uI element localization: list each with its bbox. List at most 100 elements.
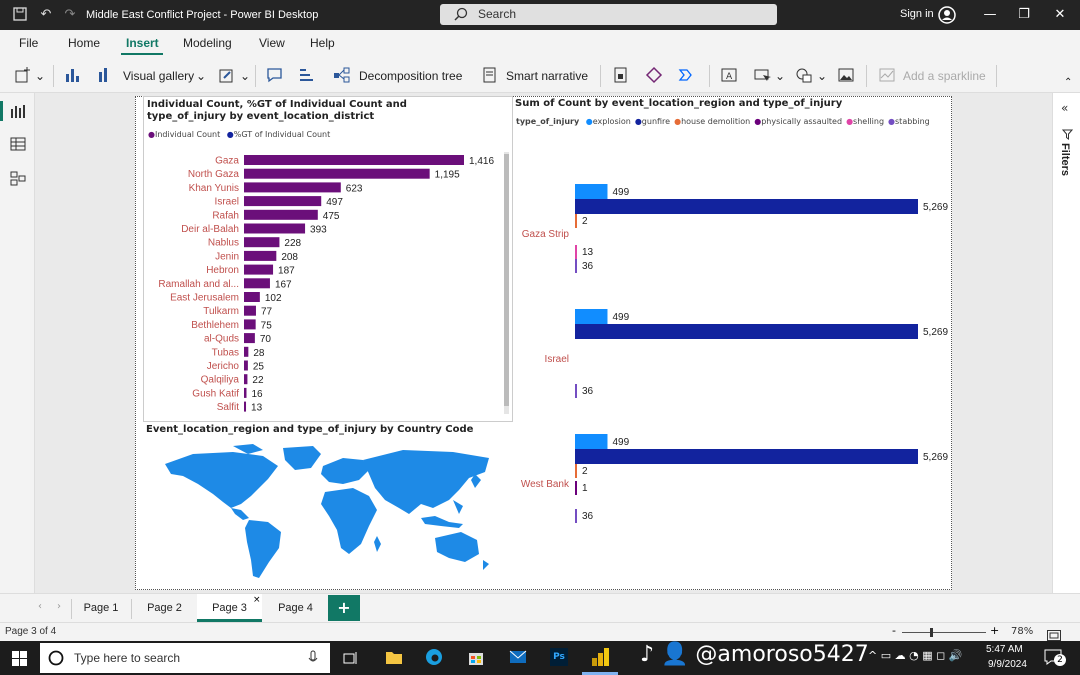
bar[interactable] (575, 184, 608, 199)
tray-icons[interactable]: ^ ▭ ☁ ◔ ▦ ◻ 🔊 (868, 649, 962, 662)
filters-pane[interactable]: « Filters (1052, 93, 1080, 623)
bar[interactable] (244, 250, 277, 261)
tab-page-2[interactable]: Page 2 (132, 594, 197, 622)
visual-gallery-icon[interactable] (97, 66, 115, 84)
power-bi-icon[interactable] (592, 647, 610, 671)
shapes-icon[interactable] (795, 66, 813, 84)
menu-insert[interactable]: Insert (126, 36, 159, 50)
bar[interactable] (244, 333, 255, 344)
menu-modeling[interactable]: Modeling (183, 36, 232, 50)
bar[interactable] (575, 434, 608, 449)
tab-page-1[interactable]: Page 1 (72, 594, 130, 622)
bar[interactable] (244, 196, 322, 207)
zoom-slider[interactable] (902, 632, 986, 633)
menu-file[interactable]: File (19, 36, 38, 50)
close-tab-icon[interactable]: × (253, 595, 261, 605)
decomposition-tree-button[interactable]: Decomposition tree (359, 69, 462, 83)
decomposition-tree-icon[interactable] (333, 66, 351, 84)
q-and-a-icon[interactable] (266, 66, 284, 84)
windows-start-icon[interactable] (12, 651, 27, 670)
bar[interactable] (575, 324, 918, 339)
restore-button[interactable]: ❐ (1014, 6, 1034, 24)
chevron-down-icon[interactable]: ⌄ (196, 69, 206, 83)
bar[interactable] (244, 168, 430, 179)
next-page-icon[interactable]: › (57, 601, 61, 612)
search-box[interactable]: Search (440, 4, 777, 25)
zoom-out-button[interactable]: - (892, 624, 896, 637)
taskbar-search-box[interactable]: Type here to search (40, 643, 330, 673)
new-visual-icon[interactable] (14, 66, 32, 84)
bar-chart-icon[interactable] (64, 66, 82, 84)
bar[interactable] (575, 464, 577, 478)
bar[interactable] (244, 401, 247, 412)
bar[interactable] (244, 223, 306, 234)
menu-help[interactable]: Help (310, 36, 335, 50)
menu-home[interactable]: Home (68, 36, 100, 50)
paginated-report-icon[interactable] (612, 66, 630, 84)
chevron-down-icon[interactable]: ⌄ (240, 69, 250, 83)
table-view-icon[interactable] (10, 136, 26, 156)
minimize-button[interactable]: — (980, 6, 1000, 24)
zoom-in-button[interactable]: + (990, 624, 999, 637)
text-box-icon[interactable]: A (720, 66, 738, 84)
microphone-icon[interactable] (308, 650, 318, 670)
bar[interactable] (244, 360, 248, 371)
bar[interactable] (575, 449, 918, 464)
prev-page-icon[interactable]: ‹ (38, 601, 42, 612)
image-icon[interactable] (837, 66, 855, 84)
undo-icon[interactable]: ↶ (38, 7, 54, 23)
menu-view[interactable]: View (259, 36, 285, 50)
bar[interactable] (575, 509, 577, 523)
collapse-ribbon-icon[interactable]: ⌃ (1064, 77, 1072, 88)
redo-icon[interactable]: ↷ (62, 7, 78, 23)
visual-gallery-button[interactable]: Visual gallery (123, 69, 194, 83)
bar[interactable] (575, 259, 577, 273)
button-icon[interactable] (753, 66, 771, 84)
bar[interactable] (244, 209, 318, 220)
scrollbar-thumb[interactable] (504, 154, 509, 406)
add-page-button[interactable]: + (328, 595, 360, 621)
task-view-icon[interactable] (343, 650, 359, 670)
bar[interactable] (244, 374, 248, 385)
model-view-icon[interactable] (10, 170, 26, 190)
close-button[interactable]: ✕ (1050, 6, 1070, 24)
store-icon[interactable] (467, 648, 485, 670)
district-bar-chart[interactable]: Individual Count, %GT of Individual Coun… (143, 96, 513, 422)
mail-icon[interactable] (509, 649, 527, 668)
bar[interactable] (575, 199, 918, 214)
chevron-down-icon[interactable]: ⌄ (35, 69, 45, 83)
bar[interactable] (244, 292, 260, 302)
chevron-down-icon[interactable]: ⌄ (817, 69, 827, 83)
scrollbar-track[interactable] (504, 152, 509, 414)
edge-browser-icon[interactable] (425, 648, 443, 670)
bar[interactable] (575, 245, 577, 259)
bar[interactable] (244, 237, 280, 248)
smart-narrative-icon[interactable] (481, 66, 499, 84)
bar[interactable] (244, 387, 247, 398)
account-icon[interactable] (938, 6, 956, 28)
bar[interactable] (575, 214, 577, 228)
bar[interactable] (244, 278, 270, 289)
collapse-pane-icon[interactable]: « (1061, 101, 1068, 115)
key-influencers-icon[interactable] (298, 66, 316, 84)
bar[interactable] (244, 305, 256, 316)
bar[interactable] (244, 346, 249, 357)
chevron-down-icon[interactable]: ⌄ (775, 69, 785, 83)
tab-page-4[interactable]: Page 4 (263, 594, 328, 622)
bar[interactable] (575, 384, 577, 398)
report-view-icon[interactable] (10, 103, 26, 123)
bar[interactable] (244, 319, 256, 330)
power-apps-icon[interactable] (645, 66, 663, 84)
photoshop-icon[interactable]: Ps (550, 648, 568, 666)
sign-in-link[interactable]: Sign in (900, 8, 934, 20)
file-explorer-icon[interactable] (385, 649, 403, 669)
region-bar-chart[interactable]: Sum of Count by event_location_region an… (513, 96, 950, 536)
smart-narrative-button[interactable]: Smart narrative (506, 69, 588, 83)
bar[interactable] (575, 309, 608, 324)
zoom-slider-thumb[interactable] (930, 628, 933, 637)
world-map[interactable]: Event_location_region and type_of_injury… (143, 422, 513, 587)
save-icon[interactable] (12, 7, 28, 23)
bar[interactable] (244, 264, 274, 275)
power-automate-icon[interactable] (678, 66, 696, 84)
bar[interactable] (575, 481, 577, 495)
